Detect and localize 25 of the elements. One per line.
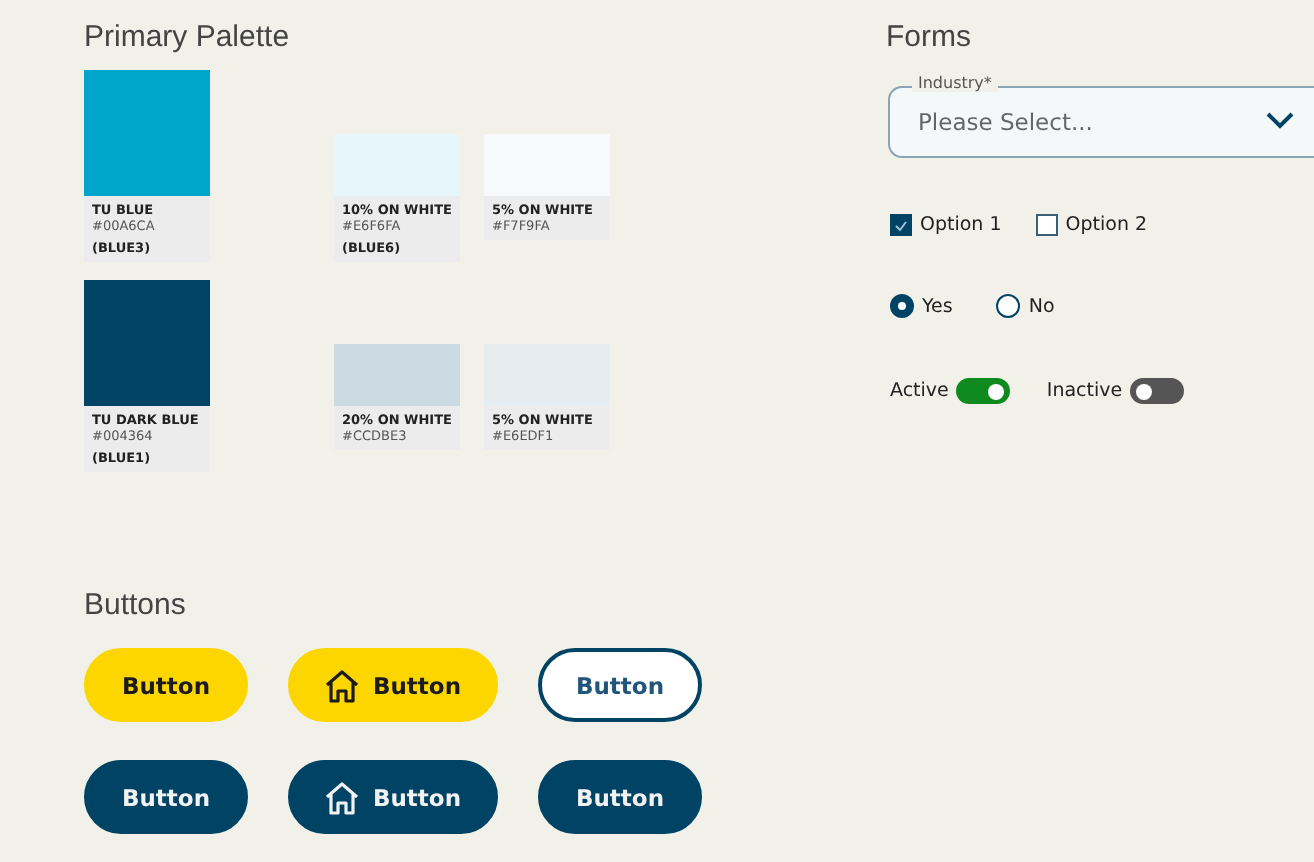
chevron-down-icon xyxy=(1266,112,1294,130)
radio-button[interactable] xyxy=(890,294,914,318)
button[interactable]: Button xyxy=(84,648,248,722)
checkbox[interactable] xyxy=(890,214,912,236)
placeholder: Please Select... xyxy=(918,108,1093,136)
button[interactable]: Button xyxy=(538,648,702,722)
toggle-label: Inactive xyxy=(1046,380,1123,402)
toggle-label: Active xyxy=(890,380,949,402)
checkbox-label: Option 2 xyxy=(1065,214,1148,236)
radio-button[interactable] xyxy=(996,294,1021,318)
button[interactable]: Button xyxy=(288,648,498,722)
toggle-switch[interactable] xyxy=(956,378,1011,404)
button[interactable]: Button xyxy=(288,760,498,834)
button[interactable]: Button xyxy=(84,760,248,834)
radio-label: No xyxy=(1028,295,1055,317)
field-label: Industry* xyxy=(912,74,998,92)
section-title: Buttons xyxy=(84,588,186,622)
checkbox-label: Option 1 xyxy=(920,214,1002,236)
toggle-switch[interactable] xyxy=(1130,378,1185,404)
section-title: Primary Palette xyxy=(84,20,290,54)
section-title: Forms xyxy=(886,20,971,54)
checkbox[interactable] xyxy=(1035,214,1058,236)
radio-label: Yes xyxy=(922,295,953,317)
button[interactable]: Button xyxy=(538,760,702,834)
check-icon xyxy=(894,219,908,231)
